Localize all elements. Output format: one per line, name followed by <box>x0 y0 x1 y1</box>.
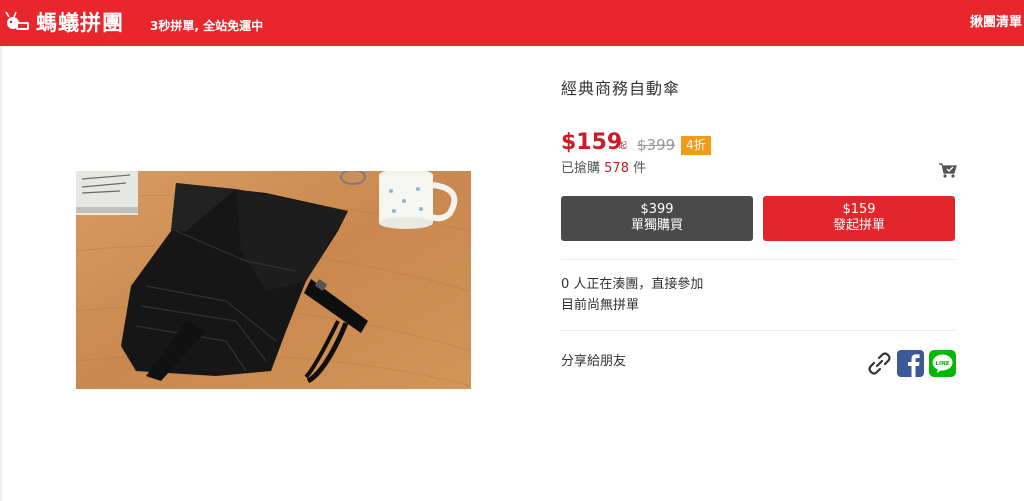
cart-icon[interactable] <box>938 162 957 178</box>
sold-unit: 件 <box>633 161 647 176</box>
start-group-price: $159 <box>842 202 876 217</box>
sold-count-row: 已搶購 578 件 <box>561 160 646 178</box>
brand-name[interactable]: 螞蟻拼團 <box>36 8 124 38</box>
share-label: 分享給朋友 <box>561 354 627 369</box>
tagline: 3秒拼單, 全站免運中 <box>150 19 264 33</box>
start-group-button[interactable]: $159 發起拼單 <box>763 196 955 241</box>
page-edge <box>0 46 2 501</box>
line-icon[interactable]: LINE <box>929 350 956 377</box>
top-header: 螞蟻拼團 3秒拼單, 全站免運中 揪團清單 <box>0 0 1024 46</box>
start-group-label: 發起拼單 <box>832 218 885 233</box>
no-group-status: 目前尚無拼單 <box>561 298 640 313</box>
divider <box>561 330 956 331</box>
joining-status: 0 人正在湊團，直接參加 <box>561 277 704 292</box>
divider <box>561 259 956 260</box>
ant-logo-icon[interactable] <box>5 10 31 34</box>
line-icon-text: LINE <box>935 361 949 367</box>
group-price: $159 <box>561 130 623 155</box>
sold-prefix: 已搶購 <box>561 161 601 176</box>
product-title: 經典商務自動傘 <box>561 79 681 98</box>
buy-alone-button[interactable]: $399 單獨購買 <box>561 196 753 241</box>
group-list-link[interactable]: 揪團清單 <box>970 14 1022 32</box>
facebook-icon[interactable] <box>897 350 924 377</box>
sold-count: 578 <box>604 161 629 176</box>
link-icon[interactable] <box>866 350 893 377</box>
original-price: $399 <box>637 136 676 154</box>
buy-alone-label: 單獨購買 <box>630 218 683 233</box>
folding-umbrella-photo <box>76 171 471 389</box>
discount-badge: 4折 <box>681 136 711 155</box>
buy-alone-price: $399 <box>640 202 674 217</box>
price-suffix: 起 <box>619 141 627 150</box>
